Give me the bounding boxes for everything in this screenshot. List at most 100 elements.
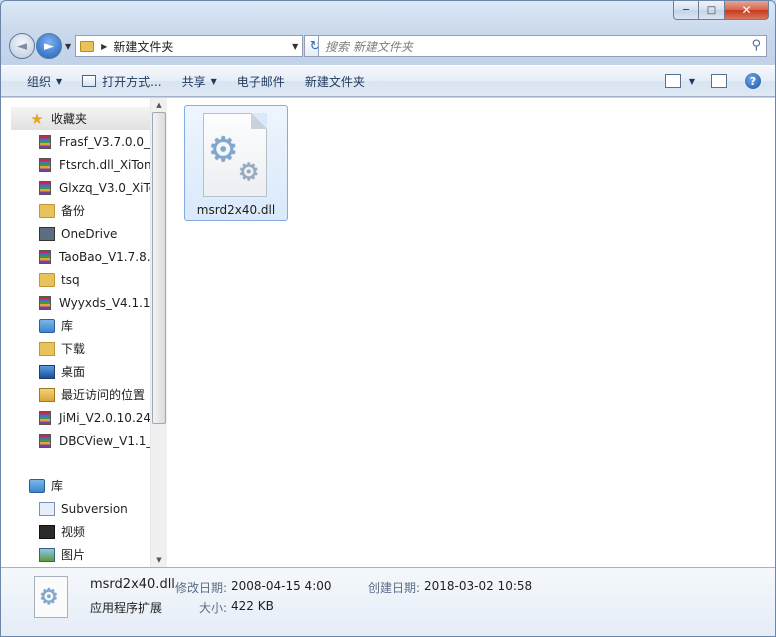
- minimize-button[interactable]: ─: [673, 1, 699, 20]
- sidebar-item[interactable]: 库: [1, 314, 150, 337]
- modified-value: 2008-04-15 4:00: [231, 579, 332, 593]
- sidebar-item[interactable]: OneDrive: [1, 222, 150, 245]
- downloads-icon: [39, 341, 55, 356]
- scroll-up-icon[interactable]: ▲: [151, 98, 167, 112]
- sidebar-item[interactable]: tsq: [1, 268, 150, 291]
- open-with-icon: [82, 75, 97, 87]
- created-label: 创建日期:: [368, 581, 421, 595]
- sidebar-item[interactable]: 下载: [1, 337, 150, 360]
- sidebar-item-label: TaoBao_V1.7.8.: [59, 249, 150, 264]
- sidebar-item[interactable]: Ftsrch.dll_XiTon: [1, 153, 150, 176]
- command-bar: 组织 ▼ 打开方式... 共享 ▼ 电子邮件 新建文件夹 ▼ ?: [1, 65, 775, 97]
- navigation-scrollbar[interactable]: ▲ ▼: [150, 98, 167, 567]
- scrollbar-thumb[interactable]: [152, 112, 166, 424]
- video-icon: [39, 524, 55, 539]
- dll-file-icon: ⚙: [34, 576, 68, 618]
- sidebar-item[interactable]: Subversion: [1, 497, 150, 520]
- libraries-header[interactable]: 库: [1, 474, 150, 497]
- subversion-icon: [39, 501, 55, 516]
- chevron-down-icon: ▼: [210, 76, 217, 86]
- details-file-type: 应用程序扩展: [90, 601, 163, 615]
- address-bar[interactable]: ▶ 新建文件夹 ▼: [75, 35, 304, 57]
- sidebar-item-label: Frasf_V3.7.0.0_X: [59, 134, 150, 149]
- sidebar-item-label: 图片: [61, 548, 86, 562]
- favorites-header[interactable]: ★ 收藏夹: [11, 107, 150, 130]
- sidebar-item-label: tsq: [61, 272, 80, 287]
- sidebar-item[interactable]: Glxzq_V3.0_XiTo: [1, 176, 150, 199]
- rar-archive-icon: [39, 249, 51, 264]
- sidebar-item-label: DBCView_V1.1_: [59, 433, 150, 448]
- sidebar-item-label: JiMi_V2.0.10.24_: [59, 410, 150, 425]
- sidebar-item[interactable]: 图片: [1, 543, 150, 566]
- content-area: ★ 收藏夹 Frasf_V3.7.0.0_X Ftsrch.dll_XiTon …: [1, 98, 775, 567]
- view-dropdown-icon[interactable]: ▼: [689, 77, 695, 86]
- rar-archive-icon: [39, 433, 51, 448]
- open-with-button[interactable]: 打开方式...: [72, 66, 171, 96]
- address-dropdown-icon[interactable]: ▼: [288, 42, 302, 51]
- sidebar-item-label: 桌面: [61, 365, 86, 379]
- explorer-window: ─ □ ✕ ◄ ► ▼ ▶ 新建文件夹 ▼ ↻ 搜索 新建文件夹 ⚲ 组织 ▼ 打…: [0, 0, 776, 637]
- help-icon[interactable]: ?: [745, 73, 761, 89]
- sidebar-item[interactable]: Wyyxds_V4.1.1.: [1, 291, 150, 314]
- sidebar-item[interactable]: 备份: [1, 199, 150, 222]
- sidebar-item-label: 库: [61, 319, 74, 333]
- open-with-label: 打开方式...: [102, 74, 162, 89]
- sidebar-item[interactable]: 视频: [1, 520, 150, 543]
- file-name: msrd2x40.dll: [196, 203, 276, 217]
- gear-icon: ⚙: [208, 130, 239, 170]
- rar-archive-icon: [39, 157, 51, 172]
- rar-archive-icon: [39, 295, 51, 310]
- sidebar-item-label: OneDrive: [61, 226, 118, 241]
- close-button[interactable]: ✕: [725, 1, 769, 20]
- recent-pages-dropdown-icon[interactable]: ▼: [65, 42, 71, 51]
- sidebar-item[interactable]: Frasf_V3.7.0.0_X: [1, 130, 150, 153]
- sidebar-item-label: Subversion: [61, 501, 128, 516]
- sidebar-item[interactable]: 桌面: [1, 360, 150, 383]
- rar-archive-icon: [39, 410, 51, 425]
- scroll-down-icon[interactable]: ▼: [151, 553, 167, 567]
- star-icon: ★: [30, 109, 44, 128]
- search-placeholder: 搜索 新建文件夹: [325, 39, 413, 54]
- organize-button[interactable]: 组织 ▼: [17, 66, 72, 96]
- forward-button[interactable]: ►: [36, 33, 62, 59]
- details-file-name: msrd2x40.dll: [90, 577, 175, 592]
- organize-label: 组织: [27, 74, 52, 89]
- folder-icon: [39, 203, 55, 218]
- new-folder-label: 新建文件夹: [304, 74, 365, 89]
- sidebar-item-label: 最近访问的位置: [61, 388, 146, 402]
- library-icon: [39, 318, 55, 333]
- folder-icon: [80, 40, 95, 52]
- sidebar-item-label: Wyyxds_V4.1.1.: [59, 295, 150, 310]
- email-button[interactable]: 电子邮件: [227, 66, 295, 96]
- address-path[interactable]: 新建文件夹: [113, 38, 288, 55]
- sidebar-item[interactable]: TaoBao_V1.7.8.: [1, 245, 150, 268]
- view-controls: ▼ ?: [655, 66, 761, 96]
- pictures-icon: [39, 547, 55, 562]
- navigation-bar: ◄ ► ▼ ▶ 新建文件夹 ▼ ↻ 搜索 新建文件夹 ⚲: [9, 32, 767, 60]
- share-button[interactable]: 共享 ▼: [172, 66, 227, 96]
- rar-archive-icon: [39, 134, 51, 149]
- back-button[interactable]: ◄: [9, 33, 35, 59]
- sidebar-item-label: Ftsrch.dll_XiTon: [59, 157, 150, 172]
- search-icon[interactable]: ⚲: [751, 38, 761, 53]
- search-input[interactable]: 搜索 新建文件夹 ⚲: [318, 35, 767, 57]
- dll-file-icon: ⚙ ⚙: [203, 113, 267, 197]
- preview-pane-icon[interactable]: [711, 74, 727, 88]
- details-pane: ⚙ msrd2x40.dll 应用程序扩展 修改日期: 2008-04-15 4…: [1, 567, 775, 636]
- navigation-pane: ★ 收藏夹 Frasf_V3.7.0.0_X Ftsrch.dll_XiTon …: [1, 98, 167, 567]
- rar-archive-icon: [39, 180, 51, 195]
- size-label: 大小:: [199, 601, 228, 615]
- sidebar-item[interactable]: 最近访问的位置: [1, 383, 150, 406]
- navigation-tree: ★ 收藏夹 Frasf_V3.7.0.0_X Ftsrch.dll_XiTon …: [1, 98, 150, 566]
- file-item[interactable]: ⚙ ⚙ msrd2x40.dll: [184, 105, 288, 221]
- new-folder-button[interactable]: 新建文件夹: [295, 66, 375, 96]
- sidebar-item[interactable]: JiMi_V2.0.10.24_: [1, 406, 150, 429]
- change-view-icon[interactable]: [664, 74, 681, 88]
- gear-icon: ⚙: [39, 585, 59, 610]
- desktop-icon: [39, 364, 55, 379]
- size-value: 422 KB: [231, 599, 274, 613]
- sidebar-item[interactable]: DBCView_V1.1_: [1, 429, 150, 452]
- libraries-label: 库: [51, 479, 64, 493]
- maximize-button[interactable]: □: [699, 1, 725, 20]
- breadcrumb-arrow-icon[interactable]: ▶: [101, 42, 107, 51]
